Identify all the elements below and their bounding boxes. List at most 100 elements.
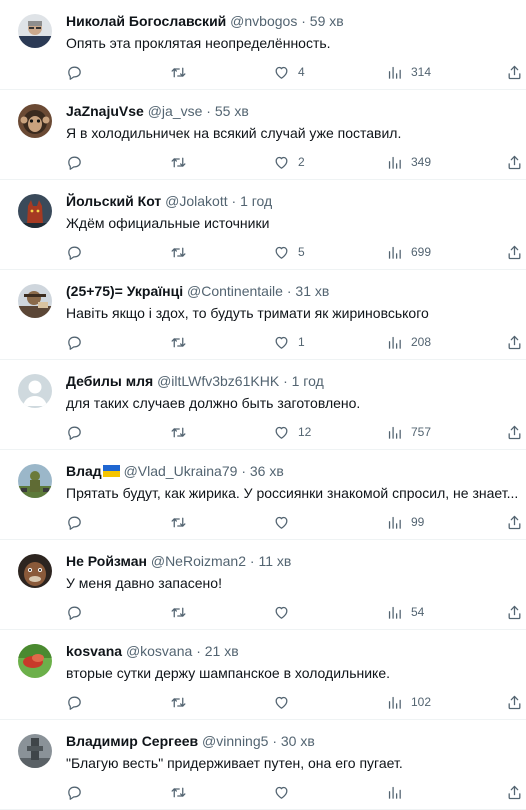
share-button[interactable] <box>506 332 523 352</box>
timestamp[interactable]: 21 хв <box>205 643 239 659</box>
like-button[interactable] <box>273 692 298 712</box>
like-button[interactable]: 1 <box>273 332 305 352</box>
tweet-text: Прятать будут, как жирика. У россиянки з… <box>66 485 518 501</box>
timestamp[interactable]: 31 хв <box>295 283 329 299</box>
author-name[interactable]: Николай Богославский <box>66 13 226 29</box>
share-button[interactable] <box>506 692 523 712</box>
share-button[interactable] <box>506 602 523 622</box>
author-name[interactable]: Не Ройзман <box>66 553 147 569</box>
reply-button[interactable] <box>66 242 91 262</box>
author-handle[interactable]: @kosvana <box>126 643 192 659</box>
heart-icon <box>275 156 288 169</box>
reply-button[interactable] <box>66 422 91 442</box>
tweet-header: (25+75)= Українці @Continentaile · 31 хв <box>66 282 518 300</box>
author-name[interactable]: JaZnajuVse <box>66 103 144 119</box>
timestamp[interactable]: 55 хв <box>215 103 249 119</box>
views-button[interactable]: 699 <box>386 242 431 262</box>
timestamp[interactable]: 1 год <box>292 373 324 389</box>
retweet-button[interactable] <box>170 422 195 442</box>
reply-tweet[interactable]: kosvana @kosvana · 21 хв вторые сутки де… <box>0 630 526 720</box>
author-name[interactable]: Дебилы мля <box>66 373 153 389</box>
like-button[interactable] <box>273 602 298 622</box>
timestamp[interactable]: 30 хв <box>281 733 315 749</box>
like-button[interactable]: 12 <box>273 422 311 442</box>
author-name[interactable]: Йольский Кот <box>66 193 161 209</box>
retweet-button[interactable] <box>170 602 195 622</box>
timestamp[interactable]: 1 год <box>240 193 272 209</box>
share-button[interactable] <box>506 62 523 82</box>
tweet-text: Навіть якщо і здох, то будуть тримати як… <box>66 305 429 321</box>
separator-dot: · <box>283 373 288 389</box>
timestamp[interactable]: 11 хв <box>258 553 291 569</box>
like-button[interactable] <box>273 512 298 532</box>
reply-button[interactable] <box>66 782 91 802</box>
author-handle[interactable]: @ja_vse <box>148 103 203 119</box>
author-name[interactable]: kosvana <box>66 643 122 659</box>
reply-tweet[interactable]: (25+75)= Українці @Continentaile · 31 хв… <box>0 270 526 360</box>
author-handle[interactable]: @iltLWfv3bz61KHK <box>157 373 279 389</box>
author-name[interactable]: Владимир Сергеев <box>66 733 198 749</box>
reply-button[interactable] <box>66 512 91 532</box>
author-handle[interactable]: @Jolakott <box>165 193 227 209</box>
avatar[interactable] <box>18 374 52 408</box>
retweet-button[interactable] <box>170 62 195 82</box>
retweet-button[interactable] <box>170 332 195 352</box>
comment-icon <box>68 786 81 800</box>
timestamp[interactable]: 36 хв <box>250 463 284 479</box>
avatar[interactable] <box>18 284 52 318</box>
views-button[interactable]: 54 <box>386 602 424 622</box>
share-button[interactable] <box>506 152 523 172</box>
avatar[interactable] <box>18 104 52 138</box>
author-handle[interactable]: @Continentaile <box>187 283 283 299</box>
reply-button[interactable] <box>66 152 91 172</box>
share-button[interactable] <box>506 242 523 262</box>
reply-button[interactable] <box>66 602 91 622</box>
views-button[interactable]: 349 <box>386 152 431 172</box>
retweet-button[interactable] <box>170 152 195 172</box>
author-name[interactable]: (25+75)= Українці <box>66 283 183 299</box>
like-button[interactable] <box>273 782 298 802</box>
reply-tweet[interactable]: Йольский Кот @Jolakott · 1 год Ждём офиц… <box>0 180 526 270</box>
comment-icon <box>68 516 81 530</box>
author-handle[interactable]: @nvbogos <box>230 13 297 29</box>
reply-tweet[interactable]: Владимир Сергеев @vinning5 · 30 хв "Благ… <box>0 720 526 810</box>
reply-button[interactable] <box>66 692 91 712</box>
avatar[interactable] <box>18 644 52 678</box>
retweet-button[interactable] <box>170 692 195 712</box>
avatar[interactable] <box>18 554 52 588</box>
retweet-button[interactable] <box>170 242 195 262</box>
author-handle[interactable]: @vinning5 <box>202 733 268 749</box>
views-button[interactable]: 99 <box>386 512 424 532</box>
share-button[interactable] <box>506 782 523 802</box>
share-button[interactable] <box>506 512 523 532</box>
author-name[interactable]: Влад <box>66 463 102 479</box>
reply-button[interactable] <box>66 332 91 352</box>
views-button[interactable]: 102 <box>386 692 431 712</box>
views-count: 349 <box>411 155 432 169</box>
like-button[interactable]: 5 <box>273 242 305 262</box>
views-button[interactable] <box>386 782 411 802</box>
retweet-button[interactable] <box>170 512 195 532</box>
reply-tweet[interactable]: Не Ройзман @NeRoizman2 · 11 хв У меня да… <box>0 540 526 630</box>
retweet-button[interactable] <box>170 782 195 802</box>
avatar[interactable] <box>18 14 52 48</box>
tweet-text: У меня давно запасено! <box>66 575 222 591</box>
reply-tweet[interactable]: Влад @Vlad_Ukraina79 · 36 хв Прятать буд… <box>0 450 526 540</box>
avatar[interactable] <box>18 194 52 228</box>
avatar[interactable] <box>18 464 52 498</box>
reply-tweet[interactable]: Дебилы мля @iltLWfv3bz61KHK · 1 год для … <box>0 360 526 450</box>
author-handle[interactable]: @NeRoizman2 <box>151 553 246 569</box>
timestamp[interactable]: 59 хв <box>310 13 344 29</box>
views-button[interactable]: 757 <box>386 422 431 442</box>
like-button[interactable]: 4 <box>273 62 305 82</box>
like-button[interactable]: 2 <box>273 152 305 172</box>
avatar[interactable] <box>18 734 52 768</box>
author-handle[interactable]: @Vlad_Ukraina79 <box>124 463 238 479</box>
views-button[interactable]: 314 <box>386 62 431 82</box>
share-button[interactable] <box>506 422 523 442</box>
reply-tweet[interactable]: Николай Богославский @nvbogos · 59 хв Оп… <box>0 0 526 90</box>
views-button[interactable]: 208 <box>386 332 431 352</box>
reply-button[interactable] <box>66 62 91 82</box>
retweet-icon <box>171 607 186 617</box>
reply-tweet[interactable]: JaZnajuVse @ja_vse · 55 хв Я в холодильн… <box>0 90 526 180</box>
